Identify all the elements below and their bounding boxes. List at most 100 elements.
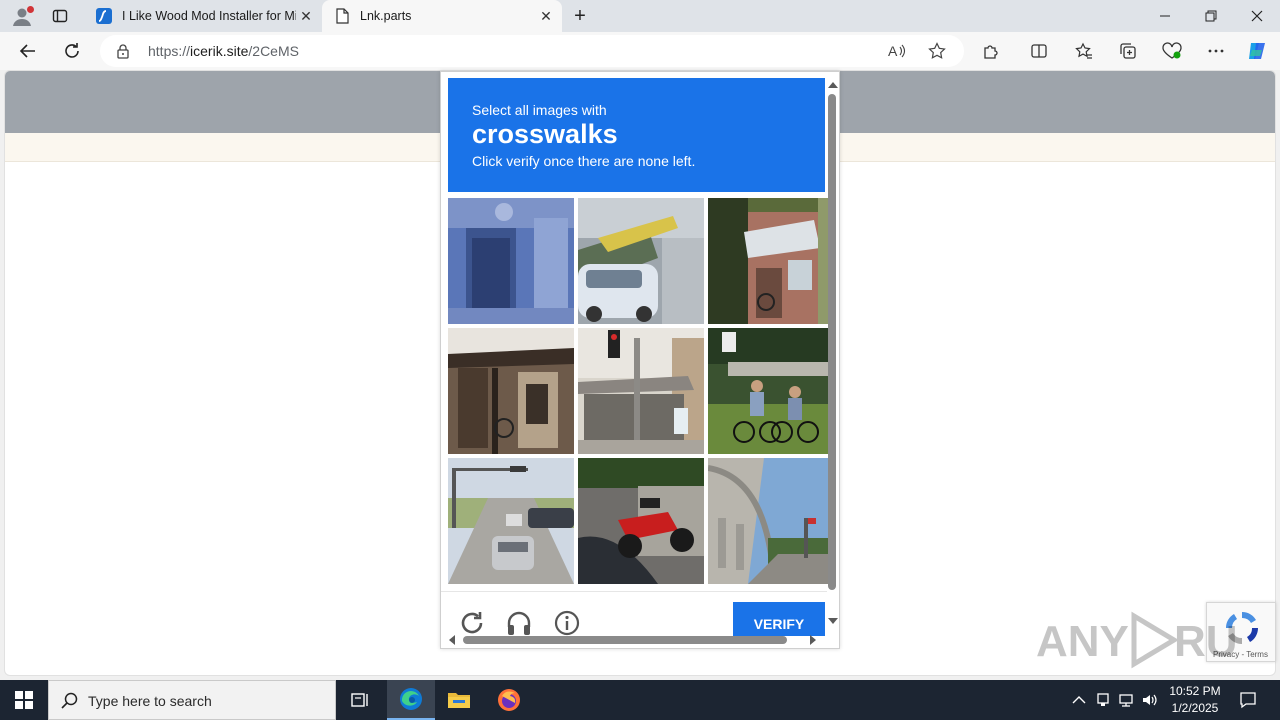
reload-icon: [461, 612, 483, 634]
more-dots-icon: [1208, 49, 1224, 53]
verify-button[interactable]: VERIFY: [733, 602, 825, 636]
image-tile-building-doorway[interactable]: [448, 198, 574, 324]
tab-title: Lnk.parts: [360, 9, 412, 23]
restore-button[interactable]: [1188, 0, 1234, 32]
image-tile-highway[interactable]: [448, 458, 574, 584]
task-view-button[interactable]: [336, 680, 384, 720]
recaptcha-challenge-popup: Select all images with crosswalks Click …: [440, 71, 840, 649]
copilot-icon: [1249, 43, 1265, 59]
network-icon[interactable]: [1116, 690, 1136, 710]
back-button[interactable]: [14, 38, 42, 64]
taskbar-file-explorer[interactable]: [435, 680, 483, 720]
back-arrow-icon: [19, 44, 35, 58]
image-tile-cyclists[interactable]: [708, 328, 834, 454]
tab-strip: I Like Wood Mod Installer for Mir ✕ Lnk.…: [0, 0, 1280, 32]
svg-text:RUN: RUN: [1174, 617, 1236, 666]
clock-date: 1/2/2025: [1171, 701, 1219, 715]
scroll-thumb[interactable]: [463, 636, 787, 644]
puzzle-icon: [984, 45, 998, 59]
image-tile-motorcycle[interactable]: [578, 458, 704, 584]
image-tile-parked-cars[interactable]: [578, 198, 704, 324]
collections-button[interactable]: [1114, 38, 1142, 64]
restore-icon: [1205, 10, 1217, 22]
favorite-star-icon[interactable]: [924, 39, 950, 63]
minimize-button[interactable]: [1142, 0, 1188, 32]
svg-text:A: A: [888, 43, 898, 59]
scroll-left-arrow-icon[interactable]: [449, 635, 455, 645]
image-tile-old-shop[interactable]: [448, 328, 574, 454]
edge-browser-icon: [400, 688, 422, 710]
info-icon: [554, 610, 580, 636]
taskbar-edge-app[interactable]: [387, 680, 435, 720]
address-bar[interactable]: https://icerik.site/2CeMS A: [100, 35, 964, 67]
tab-lnk-parts[interactable]: Lnk.parts ✕: [322, 0, 562, 32]
notification-icon: [1240, 692, 1256, 709]
browser-toolbar: https://icerik.site/2CeMS A: [0, 32, 1280, 70]
url-text: https://icerik.site/2CeMS: [148, 43, 299, 59]
task-view-icon: [351, 693, 368, 707]
profile-avatar[interactable]: [8, 4, 36, 28]
url-host: icerik.site: [190, 43, 249, 59]
challenge-header: Select all images with crosswalks Click …: [448, 78, 825, 192]
anyrun-watermark-logo: ANY RUN: [1036, 611, 1236, 669]
page-favicon-icon: [334, 8, 350, 24]
windows-taskbar: Type here to search 10:52 PM 1/2/2025: [0, 680, 1280, 720]
favorites-icon: [1075, 42, 1092, 59]
headphones-icon: [507, 611, 531, 635]
new-tab-button[interactable]: +: [568, 4, 592, 28]
split-screen-icon: [1031, 44, 1047, 58]
system-clock[interactable]: 10:52 PM 1/2/2025: [1160, 683, 1230, 717]
popup-vertical-scrollbar[interactable]: [827, 78, 839, 628]
minimize-icon: [1160, 15, 1170, 17]
split-screen-button[interactable]: [1025, 38, 1053, 64]
image-tile-storefront[interactable]: [708, 198, 834, 324]
tab-title: I Like Wood Mod Installer for Mir: [122, 9, 296, 23]
firefox-icon: [498, 689, 520, 711]
taskbar-search-box[interactable]: Type here to search: [48, 680, 336, 720]
refresh-icon: [65, 43, 79, 58]
scroll-up-arrow-icon[interactable]: [828, 82, 838, 88]
heartbeat-icon: [1162, 42, 1182, 59]
url-scheme: https://: [148, 43, 191, 59]
device-tray-icon[interactable]: [1093, 690, 1113, 710]
close-icon: [1251, 10, 1263, 22]
image-tile-traffic-light[interactable]: [578, 328, 704, 454]
tab-actions-button[interactable]: [46, 4, 74, 28]
image-tile-overpass[interactable]: [708, 458, 834, 584]
lock-icon[interactable]: [116, 43, 130, 64]
copilot-button[interactable]: [1243, 38, 1271, 64]
clock-time: 10:52 PM: [1169, 684, 1221, 698]
notification-center-button[interactable]: [1238, 690, 1258, 710]
scroll-right-arrow-icon[interactable]: [810, 635, 816, 645]
tab-actions-icon: [52, 9, 68, 23]
scroll-down-arrow-icon[interactable]: [828, 618, 838, 624]
folder-icon: [448, 693, 470, 708]
challenge-keyword: crosswalks: [472, 119, 618, 149]
browser-essentials-button[interactable]: [1158, 38, 1186, 64]
close-tab-icon[interactable]: ✕: [536, 6, 556, 26]
close-tab-icon[interactable]: ✕: [296, 6, 316, 26]
challenge-hint: Click verify once there are none left.: [472, 153, 696, 169]
favorites-button[interactable]: [1070, 38, 1098, 64]
search-placeholder: Type here to search: [88, 693, 212, 709]
start-button[interactable]: [0, 680, 48, 720]
show-hidden-icons-chevron-up-icon[interactable]: [1069, 690, 1089, 710]
collections-icon: [1120, 43, 1136, 59]
windows-logo-icon: [15, 691, 33, 709]
settings-more-button[interactable]: [1202, 38, 1230, 64]
popup-horizontal-scrollbar[interactable]: [447, 634, 821, 646]
site-favicon-icon: [96, 8, 112, 24]
notification-dot: [27, 6, 34, 13]
url-path: /2CeMS: [248, 43, 299, 59]
challenge-instruction: Select all images with: [472, 102, 607, 118]
read-aloud-icon[interactable]: A: [884, 39, 910, 63]
footer-divider: [441, 591, 827, 592]
tab-wood-mod[interactable]: I Like Wood Mod Installer for Mir ✕: [84, 0, 322, 32]
volume-icon[interactable]: [1140, 690, 1160, 710]
taskbar-firefox[interactable]: [485, 680, 533, 720]
refresh-button[interactable]: [58, 38, 86, 64]
close-window-button[interactable]: [1234, 0, 1280, 32]
scroll-thumb[interactable]: [828, 94, 836, 590]
extensions-button[interactable]: [977, 38, 1005, 64]
search-icon: [61, 692, 78, 709]
